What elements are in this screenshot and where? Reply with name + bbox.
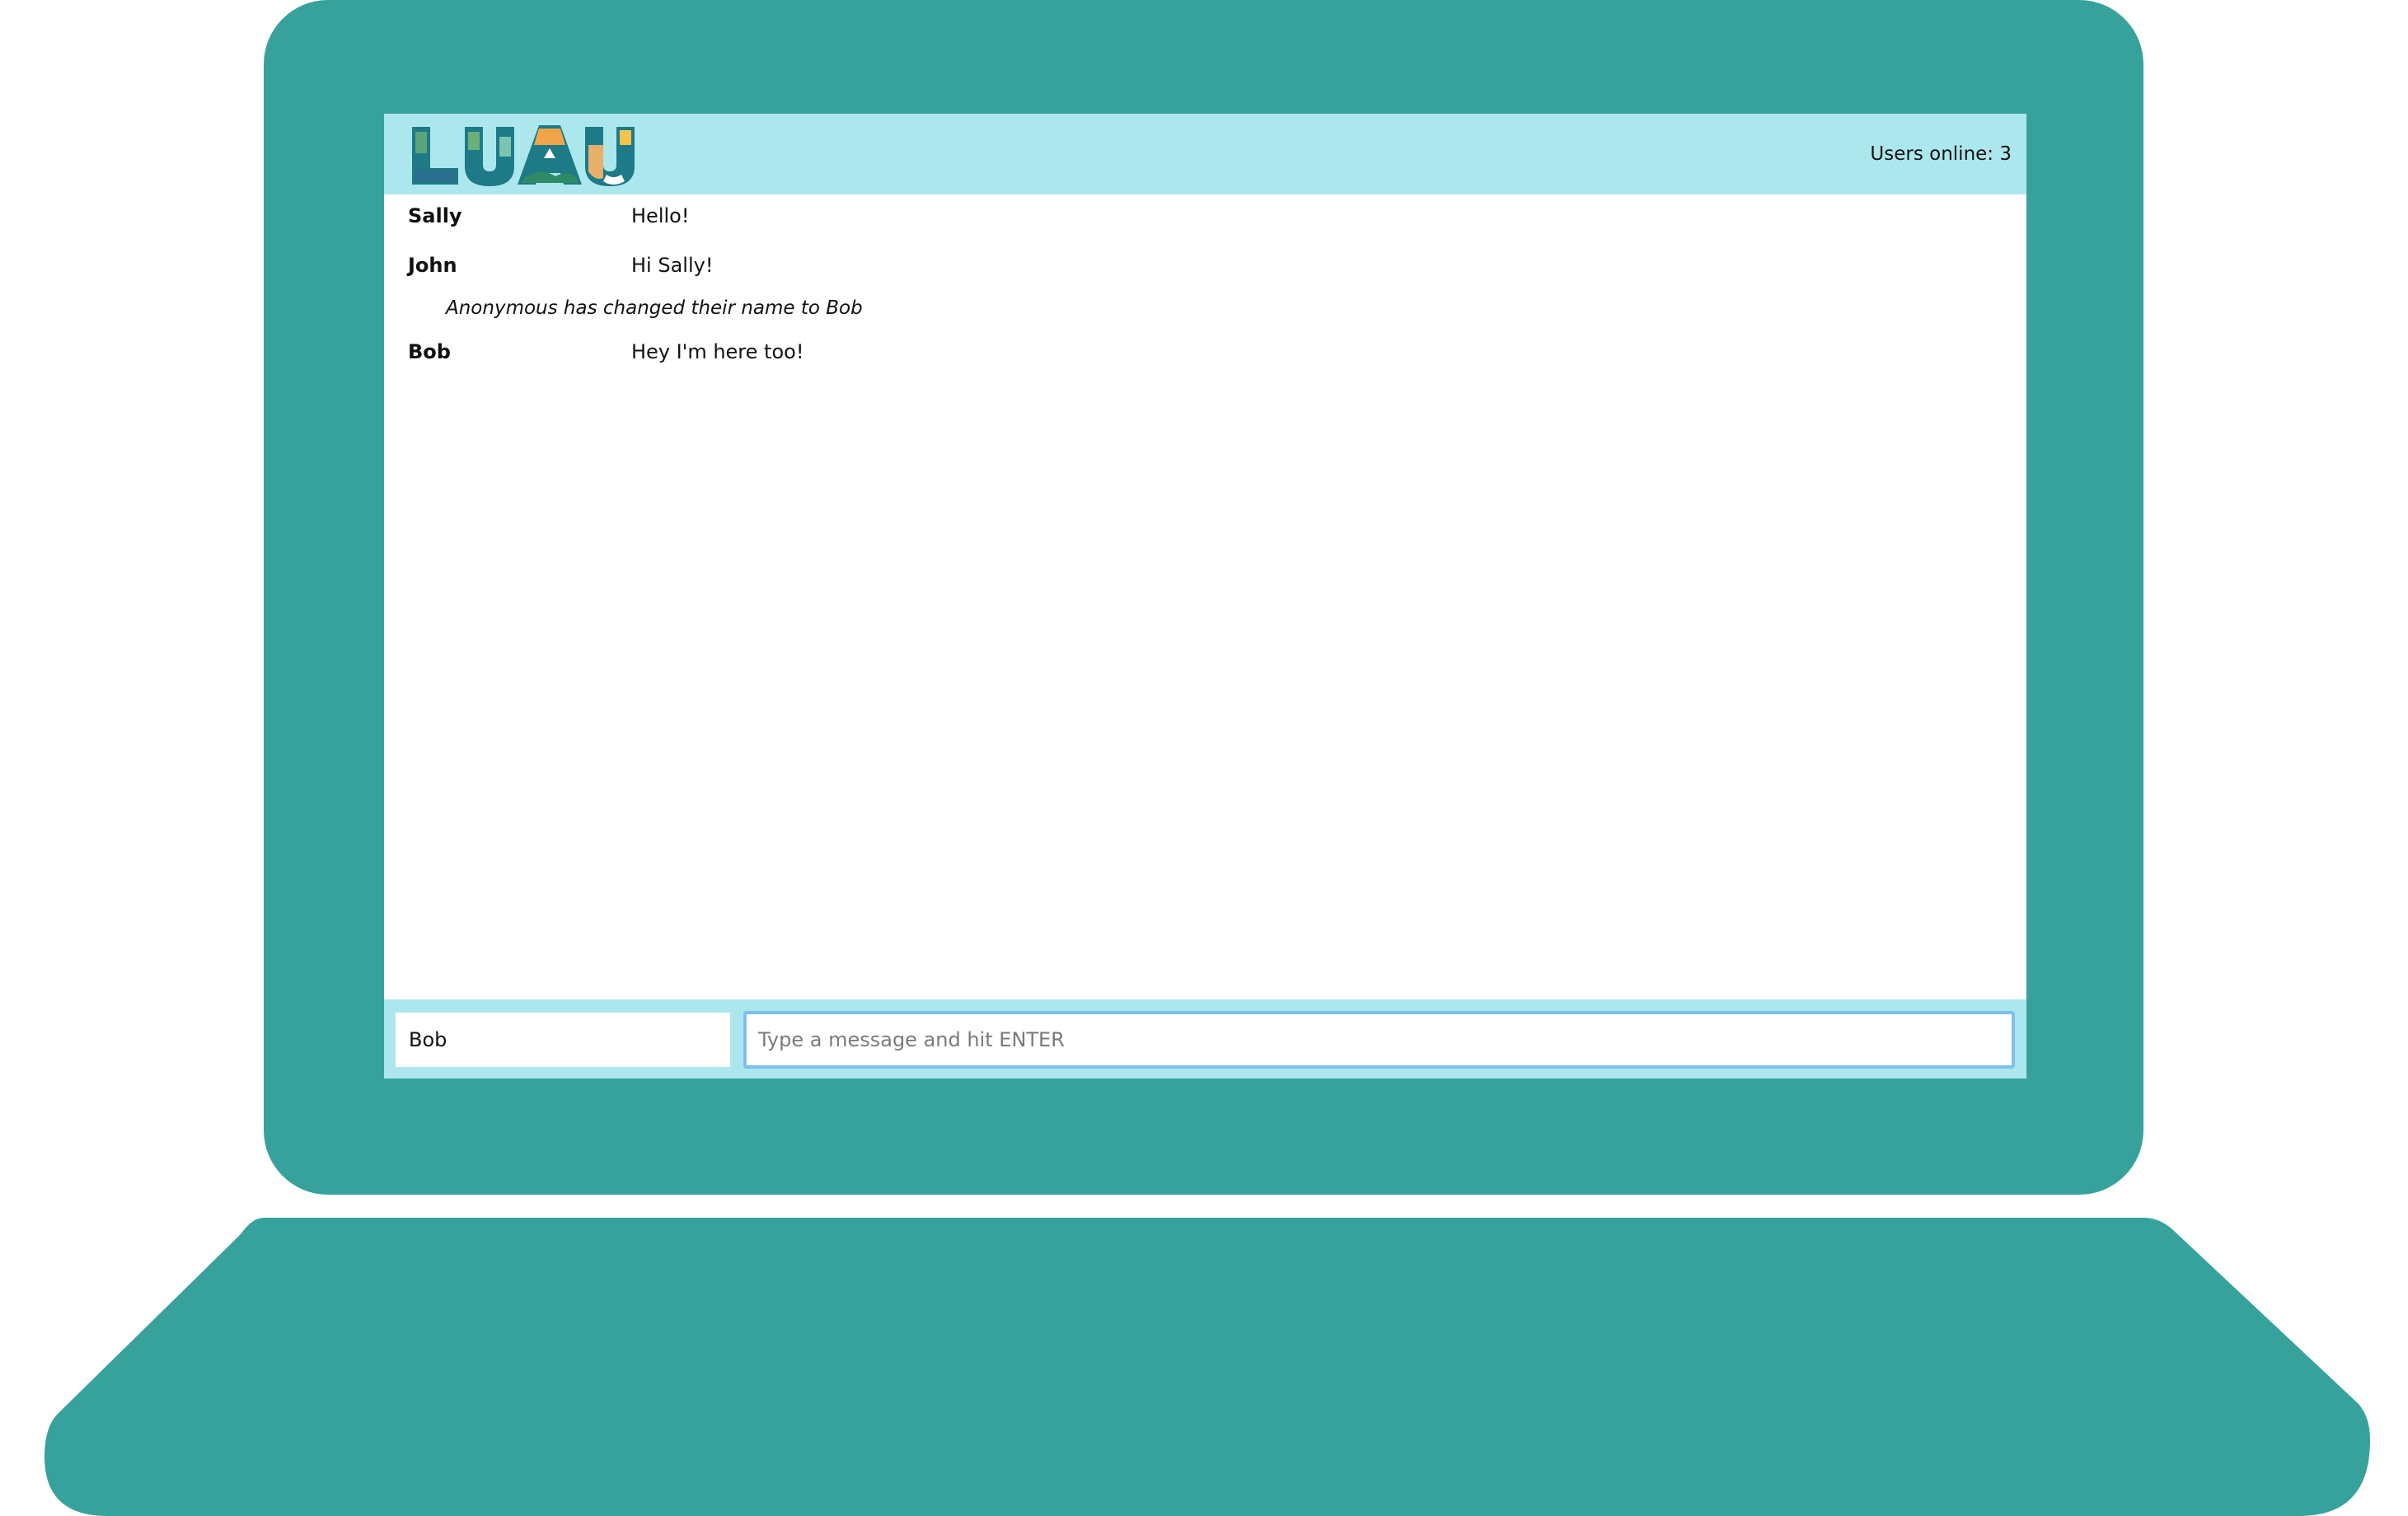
system-message: Anonymous has changed their name to Bob — [446, 297, 863, 319]
message-text: Hello! — [631, 204, 690, 227]
users-online-count: Users online: 3 — [1870, 143, 2012, 165]
message-author: John — [408, 254, 457, 277]
message-list: Sally Hello! John Hi Sally! Anonymous ha… — [384, 194, 2026, 999]
message-text: Hi Sally! — [631, 254, 714, 277]
chat-app-screen: Users online: 3 Sally Hello! John Hi Sal… — [384, 114, 2026, 1079]
app-header: Users online: 3 — [384, 114, 2026, 194]
message-author: Bob — [408, 340, 451, 363]
laptop-base — [45, 1218, 2370, 1516]
message-text: Hey I'm here too! — [631, 340, 804, 363]
composer-bar — [384, 999, 2026, 1079]
message-author: Sally — [408, 204, 462, 227]
username-field[interactable] — [396, 1013, 730, 1067]
message-input[interactable] — [743, 1011, 2015, 1069]
luau-logo[interactable] — [409, 120, 639, 190]
laptop-frame: Users online: 3 Sally Hello! John Hi Sal… — [0, 0, 2408, 1516]
